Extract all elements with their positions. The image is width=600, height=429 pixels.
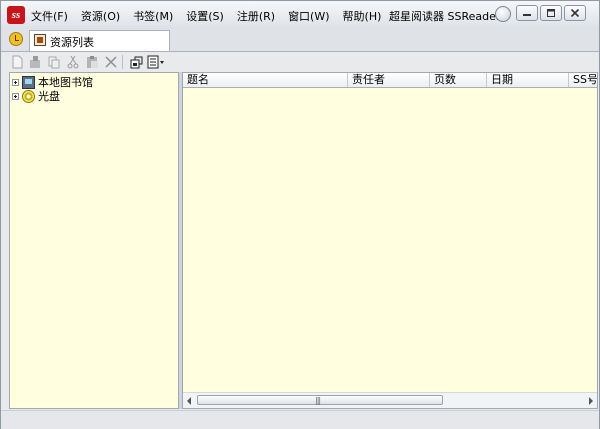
app-logo-icon: ss [7, 6, 25, 24]
close-button[interactable] [564, 5, 586, 21]
tree-node-local-library[interactable]: 本地图书馆 [12, 75, 93, 89]
app-title: 超星阅读器 SSReader [389, 10, 501, 23]
view-icon[interactable] [147, 54, 167, 70]
menu-help[interactable]: 帮助(H) [343, 8, 382, 24]
menu-register[interactable]: 注册(R) [237, 8, 275, 24]
tab-resource-list[interactable]: 资源列表 [29, 30, 170, 51]
cut-icon[interactable] [65, 54, 81, 70]
menu-settings[interactable]: 设置(S) [186, 8, 224, 24]
paste-icon[interactable] [84, 54, 100, 70]
tree-node-label: 光盘 [38, 90, 60, 103]
import-icon[interactable] [27, 54, 43, 70]
scroll-thumb[interactable]: ||| [197, 395, 443, 405]
column-header-title[interactable]: 题名 [183, 73, 348, 87]
cd-icon [22, 89, 35, 103]
expand-icon[interactable] [12, 92, 19, 100]
tree-node-cd[interactable]: 光盘 [12, 89, 60, 103]
column-header-pages[interactable]: 页数 [430, 73, 487, 87]
open-icon[interactable] [129, 54, 145, 70]
copy-icon[interactable] [46, 54, 62, 70]
column-header-ss-number[interactable]: SS号 [569, 73, 597, 87]
menu-resource[interactable]: 资源(O) [81, 8, 120, 24]
library-tree[interactable]: 本地图书馆 光盘 [9, 72, 179, 409]
menu-file[interactable]: 文件(F) [31, 8, 68, 24]
scroll-left-icon[interactable] [187, 397, 191, 405]
new-icon[interactable] [9, 54, 25, 70]
toolbar-separator [122, 55, 123, 69]
resource-list[interactable]: 题名 责任者 页数 日期 SS号 ||| [182, 72, 598, 409]
tab-strip: 资源列表 [1, 29, 599, 52]
expand-icon[interactable] [12, 78, 19, 86]
minimize-button[interactable] [516, 5, 538, 21]
column-header-date[interactable]: 日期 [487, 73, 569, 87]
tab-label: 资源列表 [50, 36, 94, 49]
status-orb-icon[interactable] [495, 6, 511, 22]
toolbar [1, 52, 599, 72]
status-bar [1, 410, 599, 429]
resource-list-icon [34, 34, 46, 46]
column-header-author[interactable]: 责任者 [348, 73, 430, 87]
delete-icon[interactable] [103, 54, 119, 70]
menu-items: 文件(F) 资源(O) 书签(M) 设置(S) 注册(R) 窗口(W) 帮助(H… [31, 8, 394, 24]
computer-icon [22, 75, 35, 89]
menu-bar: ss 文件(F) 资源(O) 书签(M) 设置(S) 注册(R) 窗口(W) 帮… [1, 1, 599, 30]
history-icon[interactable] [9, 32, 23, 46]
menu-window[interactable]: 窗口(W) [288, 8, 329, 24]
scroll-right-icon[interactable] [589, 397, 593, 405]
list-header: 题名 责任者 页数 日期 SS号 [183, 73, 597, 88]
menu-bookmark[interactable]: 书签(M) [133, 8, 173, 24]
main-window: ss 文件(F) 资源(O) 书签(M) 设置(S) 注册(R) 窗口(W) 帮… [0, 0, 600, 429]
grip-icon: ||| [315, 396, 321, 405]
maximize-button[interactable] [540, 5, 562, 21]
horizontal-scrollbar[interactable]: ||| [183, 392, 597, 408]
